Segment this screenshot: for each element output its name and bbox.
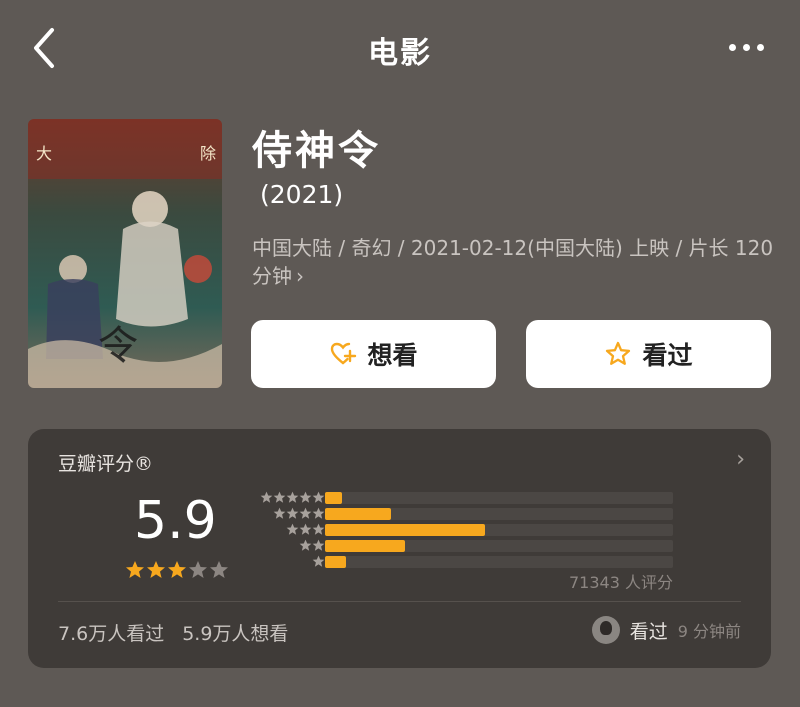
svg-text:令: 令 <box>98 323 138 369</box>
star-icon <box>299 507 312 519</box>
star-icon <box>312 507 325 519</box>
star-icon <box>286 507 299 519</box>
top-bar: 电影 <box>0 0 800 96</box>
bar-track <box>325 556 673 568</box>
row-stars <box>299 539 325 552</box>
want-count: 5.9万人想看 <box>182 623 289 645</box>
svg-text:大: 大 <box>36 144 52 163</box>
row-stars <box>273 507 325 520</box>
star-icon <box>312 523 325 535</box>
bar-fill-3-star <box>325 524 486 536</box>
bar-fill-1-star <box>325 556 346 568</box>
star-icon <box>210 561 228 578</box>
rating-row-4-star <box>247 507 673 521</box>
watched-label: 看过 <box>642 341 693 370</box>
rating-count: 71343 人评分 <box>569 573 673 592</box>
star-icon <box>168 561 186 578</box>
friend-activity[interactable]: 看过 9 分钟前 <box>591 616 741 644</box>
chevron-right-icon: › <box>296 264 304 288</box>
activity-label: 看过 <box>629 620 668 643</box>
row-stars <box>312 555 325 568</box>
star-icon <box>312 491 325 503</box>
star-icon <box>312 555 325 567</box>
rating-score: 5.9 <box>134 491 217 551</box>
want-to-watch-label: 想看 <box>367 341 418 370</box>
star-icon <box>273 491 286 503</box>
star-icon <box>286 523 299 535</box>
bar-track <box>325 540 673 552</box>
rating-row-2-star <box>247 539 673 553</box>
more-dots-icon <box>729 44 736 51</box>
star-icon <box>286 491 299 503</box>
movie-title: 侍神令 <box>252 128 381 174</box>
star-icon <box>126 561 144 578</box>
bar-fill-4-star <box>325 508 392 520</box>
divider <box>58 601 741 602</box>
heart-plus-icon <box>331 342 357 365</box>
svg-text:除: 除 <box>200 144 216 163</box>
star-icon <box>299 523 312 535</box>
bar-fill-5-star <box>325 492 343 504</box>
movie-meta-text: 中国大陆 / 奇幻 / 2021-02-12(中国大陆) 上映 / 片长 120… <box>252 236 774 288</box>
star-icon <box>312 539 325 551</box>
star-icon <box>299 491 312 503</box>
movie-meta[interactable]: 中国大陆 / 奇幻 / 2021-02-12(中国大陆) 上映 / 片长 120… <box>252 234 782 290</box>
row-stars <box>286 523 325 536</box>
rating-card[interactable]: 豆瓣评分® › 5.9 71343 人评分 7.6万人看过 5.9万人想看 看过 … <box>28 429 771 668</box>
bar-track <box>325 508 673 520</box>
seen-count: 7.6万人看过 <box>58 623 165 645</box>
movie-year: (2021) <box>260 180 344 209</box>
rating-row-1-star <box>247 555 673 569</box>
rating-stars <box>125 560 229 580</box>
star-icon <box>299 539 312 551</box>
bar-track <box>325 492 673 504</box>
bar-fill-2-star <box>325 540 406 552</box>
watched-button[interactable]: 看过 <box>526 320 771 388</box>
poster-image: 令 大 除 <box>28 119 222 388</box>
more-button[interactable] <box>729 44 764 51</box>
activity-time: 9 分钟前 <box>677 622 741 641</box>
rating-row-3-star <box>247 523 673 537</box>
chevron-right-icon[interactable]: › <box>736 447 745 472</box>
avatar <box>591 616 620 644</box>
star-icon <box>273 507 286 519</box>
page-title: 电影 <box>368 36 432 71</box>
audience-stats: 7.6万人看过 5.9万人想看 <box>58 619 288 646</box>
rating-row-5-star <box>247 491 673 505</box>
rating-label: 豆瓣评分® <box>58 453 154 475</box>
row-stars <box>260 491 325 504</box>
star-icon <box>189 561 207 578</box>
star-icon <box>147 561 165 578</box>
star-outline-icon <box>606 341 631 365</box>
want-to-watch-button[interactable]: 想看 <box>251 320 496 388</box>
bar-track <box>325 524 673 536</box>
star-icon <box>260 491 273 503</box>
movie-poster[interactable]: 令 大 除 <box>28 119 222 388</box>
